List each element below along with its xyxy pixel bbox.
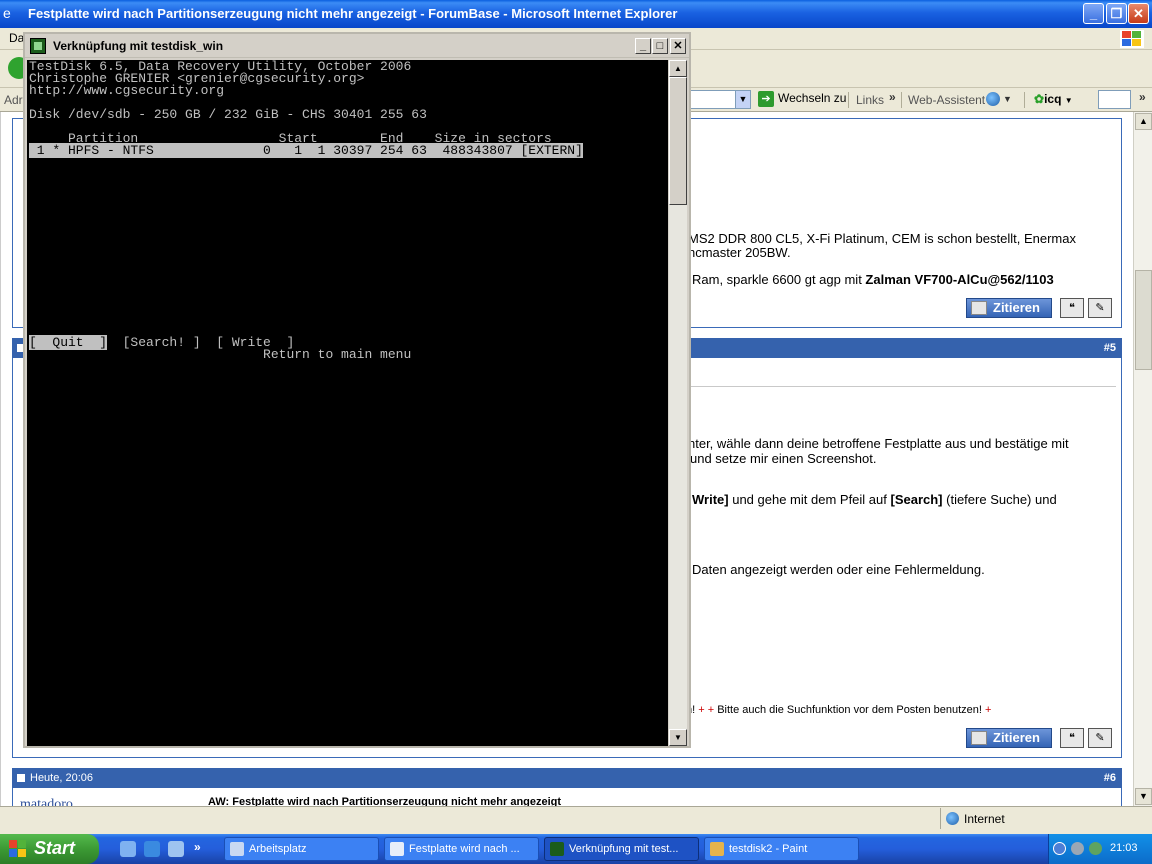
console-hint: Return to main menu	[29, 347, 412, 362]
console-maximize-button[interactable]: □	[652, 38, 668, 54]
address-dropdown-button[interactable]: ▼	[735, 90, 751, 109]
tray-arrow-icon[interactable]	[1053, 842, 1066, 855]
console-scroll-up-icon[interactable]: ▲	[669, 60, 687, 77]
scroll-down-icon[interactable]: ▼	[1135, 788, 1152, 805]
taskbar: Start » Arbeitsplatz Festplatte wird nac…	[0, 834, 1152, 864]
security-zone: Internet	[940, 808, 1152, 829]
post-number[interactable]: #5	[1104, 342, 1116, 354]
links-button[interactable]: Links	[856, 93, 884, 107]
windows-logo-icon	[1120, 30, 1144, 48]
system-tray: 21:03	[1048, 834, 1152, 864]
minimize-button[interactable]: _	[1083, 3, 1104, 24]
status-bar: Internet	[0, 806, 1152, 830]
close-button[interactable]: ✕	[1128, 3, 1149, 24]
console-app-icon	[30, 38, 46, 54]
console-title-bar[interactable]: Verknüpfung mit testdisk_win _ □ ✕	[25, 34, 689, 58]
console-line: http://www.cgsecurity.org	[29, 83, 225, 98]
go-button[interactable]: ➔ Wechseln zu	[758, 91, 846, 107]
windows-flag-icon	[9, 840, 27, 858]
clock[interactable]: 21:03	[1110, 842, 1138, 854]
page-scrollbar[interactable]: ▲ ▼	[1133, 112, 1152, 806]
post5-signature: h! + + Bitte auch die Suchfunktion vor d…	[686, 704, 992, 716]
tray-network-icon[interactable]	[1089, 842, 1102, 855]
start-button[interactable]: Start	[0, 834, 99, 864]
task-paint[interactable]: testdisk2 - Paint	[704, 837, 859, 861]
dropdown-arrow-icon[interactable]: ▼	[1003, 94, 1012, 104]
console-scroll-down-icon[interactable]: ▼	[669, 729, 687, 746]
icq-flower-icon: ✿	[1034, 92, 1045, 106]
quote-button[interactable]: Zitieren	[966, 728, 1052, 748]
edit-icon[interactable]: ✎	[1088, 728, 1112, 748]
ie-title-bar[interactable]: e Festplatte wird nach Partitionserzeugu…	[0, 0, 1152, 28]
console-scrollbar[interactable]: ▲ ▼	[669, 60, 687, 746]
divider	[690, 386, 1116, 387]
post-icon	[17, 774, 25, 782]
post4-actions: Zitieren ❝ ✎	[966, 298, 1116, 320]
quicklaunch-media-icon[interactable]	[168, 841, 184, 857]
scroll-thumb[interactable]	[1135, 270, 1152, 370]
console-scroll-thumb[interactable]	[669, 77, 687, 205]
quote-button[interactable]: Zitieren	[966, 298, 1052, 318]
go-arrow-icon: ➔	[758, 91, 774, 107]
ie-window-title: Festplatte wird nach Partitionserzeugung…	[28, 6, 678, 21]
quicklaunch-ie-icon[interactable]	[144, 841, 160, 857]
quicklaunch-chevron-icon[interactable]: »	[194, 840, 201, 854]
edit-icon[interactable]: ✎	[1088, 298, 1112, 318]
post5-line2: und setze mir einen Screenshot.	[690, 451, 877, 466]
toolbar-chevron-icon[interactable]: »	[1139, 90, 1146, 104]
paint-icon	[710, 842, 724, 856]
console-close-button[interactable]: ✕	[670, 38, 686, 54]
console-window[interactable]: Verknüpfung mit testdisk_win _ □ ✕ TestD…	[23, 32, 691, 748]
internet-zone-icon	[946, 812, 959, 825]
post-date: Heute, 20:06	[30, 772, 93, 784]
post5-actions: Zitieren ❝ ✎	[966, 728, 1116, 750]
multi-quote-icon[interactable]: ❝	[1060, 728, 1084, 748]
ie-page-icon	[390, 842, 404, 856]
quicklaunch-desktop-icon[interactable]	[120, 841, 136, 857]
console-screen[interactable]: TestDisk 6.5, Data Recovery Utility, Oct…	[27, 60, 668, 746]
scroll-up-icon[interactable]: ▲	[1135, 113, 1152, 130]
post4-line1: MS2 DDR 800 CL5, X-Fi Platinum, CEM is s…	[688, 231, 1076, 246]
icq-button[interactable]: ✿icq ▼	[1034, 92, 1073, 106]
quote-pen-icon	[971, 731, 987, 745]
maximize-button[interactable]: ❐	[1106, 3, 1127, 24]
post5-line4: Daten angezeigt werden oder eine Fehlerm…	[692, 562, 985, 577]
web-assistant-label[interactable]: Web-Assistent	[908, 93, 985, 107]
multi-quote-icon[interactable]: ❝	[1060, 298, 1084, 318]
console-icon	[550, 842, 564, 856]
quote-pen-icon	[971, 301, 987, 315]
task-console[interactable]: Verknüpfung mit test...	[544, 837, 699, 861]
ie-icon: e	[3, 5, 11, 21]
post-number[interactable]: #6	[1104, 772, 1116, 784]
post4-line2: ncmaster 205BW.	[688, 245, 791, 260]
globe-icon[interactable]	[986, 92, 1000, 106]
partition-row[interactable]: 1 * HPFS - NTFS 0 1 1 30397 254 63 48834…	[29, 143, 668, 158]
post6-header: Heute, 20:06 #6	[12, 768, 1122, 788]
console-minimize-button[interactable]: _	[635, 38, 651, 54]
task-ie[interactable]: Festplatte wird nach ...	[384, 837, 539, 861]
console-title: Verknüpfung mit testdisk_win	[53, 39, 224, 53]
post5-line1: nter, wähle dann deine betroffene Festpl…	[688, 436, 1069, 451]
links-chevron-icon[interactable]: »	[889, 90, 896, 104]
console-line: Disk /dev/sdb - 250 GB / 232 GiB - CHS 3…	[29, 107, 427, 122]
icq-search-input[interactable]	[1098, 90, 1131, 109]
computer-icon	[230, 842, 244, 856]
tray-shield-icon[interactable]	[1071, 842, 1084, 855]
post-6	[12, 788, 1122, 806]
task-arbeitsplatz[interactable]: Arbeitsplatz	[224, 837, 379, 861]
address-label: Adr	[4, 93, 23, 107]
post4-line3: Ram, sparkle 6600 gt agp mit Zalman VF70…	[692, 272, 1054, 287]
post5-line3: Write] und gehe mit dem Pfeil auf [Searc…	[692, 492, 1057, 507]
